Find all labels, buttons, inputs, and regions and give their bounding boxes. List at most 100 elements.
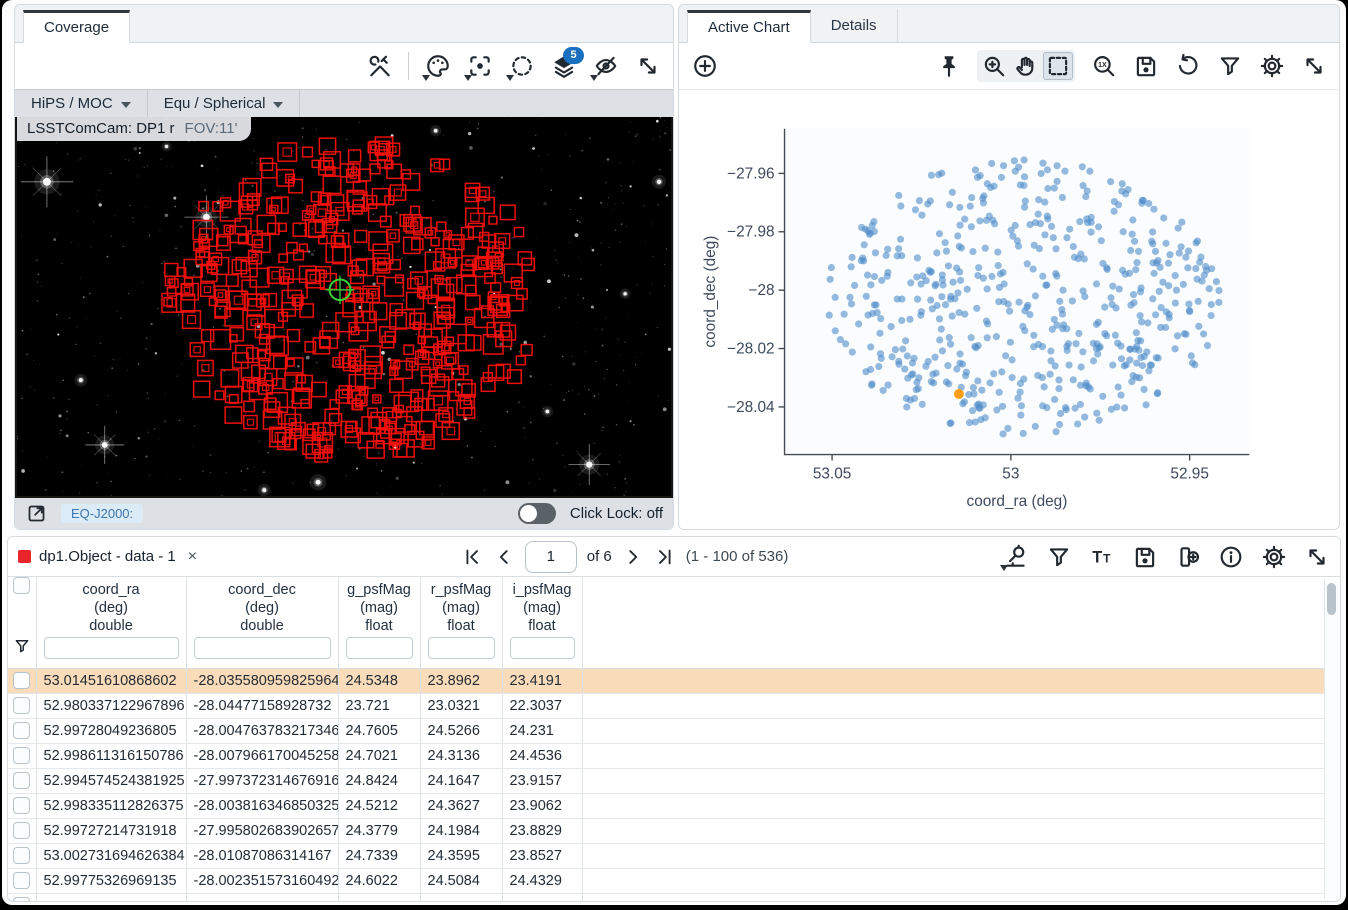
coord-mode-dropdown[interactable]: Equ / Spherical <box>148 90 301 117</box>
table-row[interactable]: 52.998611316150786-28.00796617004525824.… <box>8 743 1330 768</box>
hips-moc-dropdown[interactable]: HiPS / MOC <box>15 90 148 117</box>
table-cell: 52.998611316150786 <box>36 743 186 768</box>
row-checkbox[interactable] <box>13 822 30 839</box>
refresh-icon[interactable] <box>1174 53 1201 80</box>
external-link-icon[interactable] <box>25 503 47 525</box>
table-row[interactable]: 52.99727214731918-27.99580268390265724.3… <box>8 818 1330 843</box>
row-checkbox[interactable] <box>13 772 30 789</box>
circle-select-icon[interactable] <box>508 53 535 80</box>
save-icon[interactable] <box>1131 543 1158 570</box>
filter-input-r_psfMag[interactable] <box>428 637 495 659</box>
table-row[interactable]: 52.994574524381925-27.99737231467691624.… <box>8 768 1330 793</box>
pan-hand-icon[interactable] <box>1011 52 1041 80</box>
toggle-knob <box>520 505 537 522</box>
dropdown-caret <box>464 75 472 81</box>
row-checkbox[interactable] <box>13 847 30 864</box>
filter-input-i_psfMag[interactable] <box>510 637 575 659</box>
column-header-g_psfMag[interactable]: g_psfMag(mag)float <box>338 577 420 636</box>
table-row[interactable]: 52.99775326969135-28.00235157316049224.6… <box>8 868 1330 893</box>
zoom-in-icon[interactable] <box>979 52 1009 80</box>
row-checkbox[interactable] <box>13 897 30 901</box>
pin-icon[interactable] <box>935 53 962 80</box>
table-action-icons: TT <box>1002 543 1330 570</box>
table-row[interactable]: 52.998335112826375-28.00381634685032524.… <box>8 793 1330 818</box>
table-cell: -28.035580959825964 <box>186 668 338 693</box>
info-icon[interactable] <box>1217 543 1244 570</box>
dropdown-caret <box>422 75 430 81</box>
expand-icon[interactable] <box>1303 543 1330 570</box>
table-row[interactable] <box>8 893 1330 901</box>
zoom-1x-icon[interactable]: 1X <box>1090 53 1117 80</box>
page-count-label: of 6 <box>587 548 612 565</box>
table-cell: 24.1647 <box>420 768 502 793</box>
table-cell <box>36 893 186 901</box>
column-header-r_psfMag[interactable]: r_psfMag(mag)float <box>420 577 502 636</box>
filter-input-coord_dec[interactable] <box>194 637 331 659</box>
column-header-coord_ra[interactable]: coord_ra(deg)double <box>36 577 186 636</box>
sky-image-viewer[interactable]: LSSTComCam: DP1 rFOV:11' <box>15 117 673 496</box>
table-row[interactable]: 52.980337122967896-28.0447715892873223.7… <box>8 693 1330 718</box>
add-chart-icon[interactable] <box>691 53 718 80</box>
column-header-coord_dec[interactable]: coord_dec(deg)double <box>186 577 338 636</box>
hide-layers-icon[interactable] <box>592 53 619 80</box>
table-row[interactable]: 52.99728049236805-28.00476378321734624.7… <box>8 718 1330 743</box>
table-cell: 24.1984 <box>420 818 502 843</box>
row-checkbox[interactable] <box>13 672 30 689</box>
add-column-icon[interactable] <box>1174 543 1201 570</box>
table-cell: 24.4536 <box>502 743 582 768</box>
scatter-chart[interactable]: 53.055352.95−27.96−27.98−28−28.02−28.04c… <box>679 90 1339 529</box>
text-view-icon[interactable]: TT <box>1088 543 1115 570</box>
row-checkbox[interactable] <box>13 722 30 739</box>
app-window: Coverage 5 <box>2 0 1346 905</box>
table-row[interactable]: 53.002731694626384-28.0108708631416724.7… <box>8 843 1330 868</box>
rect-select-icon[interactable] <box>1043 52 1073 80</box>
row-checkbox[interactable] <box>13 872 30 889</box>
table-row[interactable]: 53.01451610868602-28.03558095982596424.5… <box>8 668 1330 693</box>
tools-icon[interactable] <box>366 53 393 80</box>
tab-active-chart[interactable]: Active Chart <box>687 10 811 43</box>
chevron-down-icon <box>273 102 283 108</box>
select-all-checkbox[interactable] <box>13 577 30 594</box>
click-lock-toggle[interactable] <box>518 503 556 524</box>
survey-name: LSSTComCam: DP1 r <box>27 120 175 137</box>
gear-icon[interactable] <box>1260 543 1287 570</box>
filter-icon[interactable] <box>1216 53 1243 80</box>
page-number-input[interactable] <box>525 541 577 573</box>
row-checkbox[interactable] <box>13 697 30 714</box>
svg-text:coord_dec (deg): coord_dec (deg) <box>702 236 719 348</box>
gear-icon[interactable] <box>1258 53 1285 80</box>
last-page-icon[interactable] <box>654 546 676 568</box>
row-checkbox[interactable] <box>13 797 30 814</box>
recenter-icon[interactable] <box>466 53 493 80</box>
save-icon[interactable] <box>1132 53 1159 80</box>
expand-icon[interactable] <box>634 53 661 80</box>
column-header-i_psfMag[interactable]: i_psfMag(mag)float <box>502 577 582 636</box>
tab-details[interactable]: Details <box>811 9 898 42</box>
table-cell: 52.99727214731918 <box>36 818 186 843</box>
image-survey-label: LSSTComCam: DP1 rFOV:11' <box>17 117 251 141</box>
filter-input-coord_ra[interactable] <box>44 637 179 659</box>
prev-page-icon[interactable] <box>493 546 515 568</box>
table-cell: 24.6022 <box>338 868 420 893</box>
microscope-icon[interactable] <box>1002 543 1029 570</box>
filter-icon[interactable] <box>1045 543 1072 570</box>
layers-icon[interactable]: 5 <box>550 53 577 80</box>
table-cell: 24.4329 <box>502 868 582 893</box>
expand-icon[interactable] <box>1300 53 1327 80</box>
palette-icon[interactable] <box>424 53 451 80</box>
table-cell: 24.5266 <box>420 718 502 743</box>
table-cell: -27.995802683902657 <box>186 818 338 843</box>
table-tab-label: dp1.Object - data - 1 <box>39 548 176 565</box>
table-cell: 53.01451610868602 <box>36 668 186 693</box>
table-cell: 24.7605 <box>338 718 420 743</box>
svg-text:coord_ra (deg): coord_ra (deg) <box>967 493 1068 510</box>
next-page-icon[interactable] <box>622 546 644 568</box>
table-scrollbar[interactable] <box>1324 579 1338 899</box>
table-cell: 24.3627 <box>420 793 502 818</box>
scrollbar-thumb[interactable] <box>1327 583 1336 615</box>
first-page-icon[interactable] <box>461 546 483 568</box>
tab-coverage[interactable]: Coverage <box>23 10 130 43</box>
row-checkbox[interactable] <box>13 747 30 764</box>
close-icon[interactable]: × <box>188 548 197 566</box>
filter-input-g_psfMag[interactable] <box>346 637 413 659</box>
